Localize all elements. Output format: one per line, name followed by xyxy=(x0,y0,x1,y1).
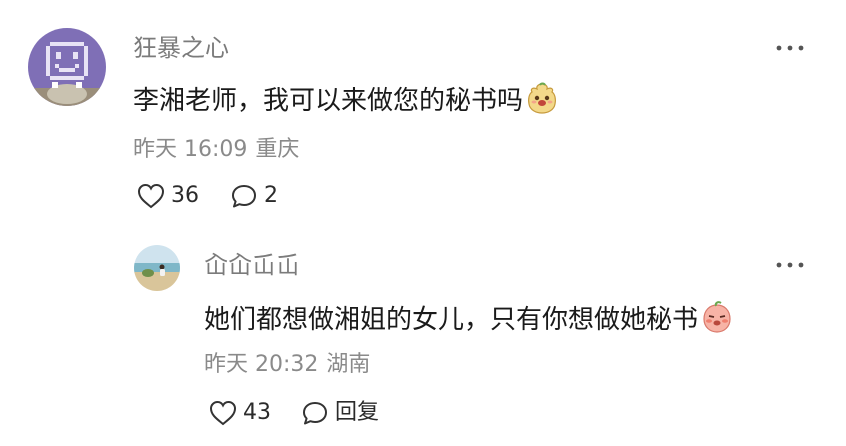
comment-reply-button[interactable]: 2 xyxy=(230,183,278,209)
reply-avatar[interactable] xyxy=(134,245,180,291)
comment-like-button[interactable]: 36 xyxy=(137,183,199,209)
chat-bubble-icon xyxy=(303,402,327,425)
beach-photo-avatar-icon xyxy=(134,245,180,291)
chat-bubble-icon xyxy=(232,185,256,208)
comment-like-count: 36 xyxy=(171,183,199,208)
comment-text[interactable]: 李湘老师，我可以来做您的秘书吗 xyxy=(133,82,557,119)
comment-reply-count: 2 xyxy=(264,183,278,208)
comment-meta: 昨天 16:09 重庆 xyxy=(133,139,299,161)
avatar[interactable] xyxy=(28,28,106,106)
reply-label: 回复 xyxy=(335,400,380,425)
comment-username[interactable]: 狂暴之心 xyxy=(133,36,229,60)
heart-icon xyxy=(209,400,237,426)
blushing-peach-sticker-icon xyxy=(702,301,732,338)
comment-time: 昨天 16:09 xyxy=(133,137,248,162)
reply-meta: 昨天 20:32 湖南 xyxy=(204,354,370,376)
more-options-icon[interactable] xyxy=(774,38,806,58)
reply-text[interactable]: 她们都想做湘姐的女儿，只有你想做她秘书 xyxy=(204,301,732,338)
comment-text-label: 李湘老师，我可以来做您的秘书吗 xyxy=(133,85,524,116)
reply-like-count: 43 xyxy=(243,400,271,425)
heart-icon xyxy=(137,183,165,209)
pixel-smiley-avatar-icon xyxy=(28,28,106,106)
reply-reply-button[interactable]: 回复 xyxy=(301,400,379,426)
comment-thread: 狂暴之心 李湘老师，我可以来做您的秘书吗 昨天 16:09 重庆 36 2 屳屳… xyxy=(0,0,846,446)
reply-time: 昨天 20:32 xyxy=(204,352,319,377)
reply-more-options-icon[interactable] xyxy=(774,255,806,275)
reply-username[interactable]: 屳屳屲屲 xyxy=(204,253,300,277)
reply-like-button[interactable]: 43 xyxy=(209,400,271,426)
comment-location: 重庆 xyxy=(255,137,300,162)
peach-face-sticker-icon xyxy=(527,82,557,119)
reply-text-label: 她们都想做湘姐的女儿，只有你想做她秘书 xyxy=(204,304,699,335)
reply-location: 湖南 xyxy=(326,352,371,377)
